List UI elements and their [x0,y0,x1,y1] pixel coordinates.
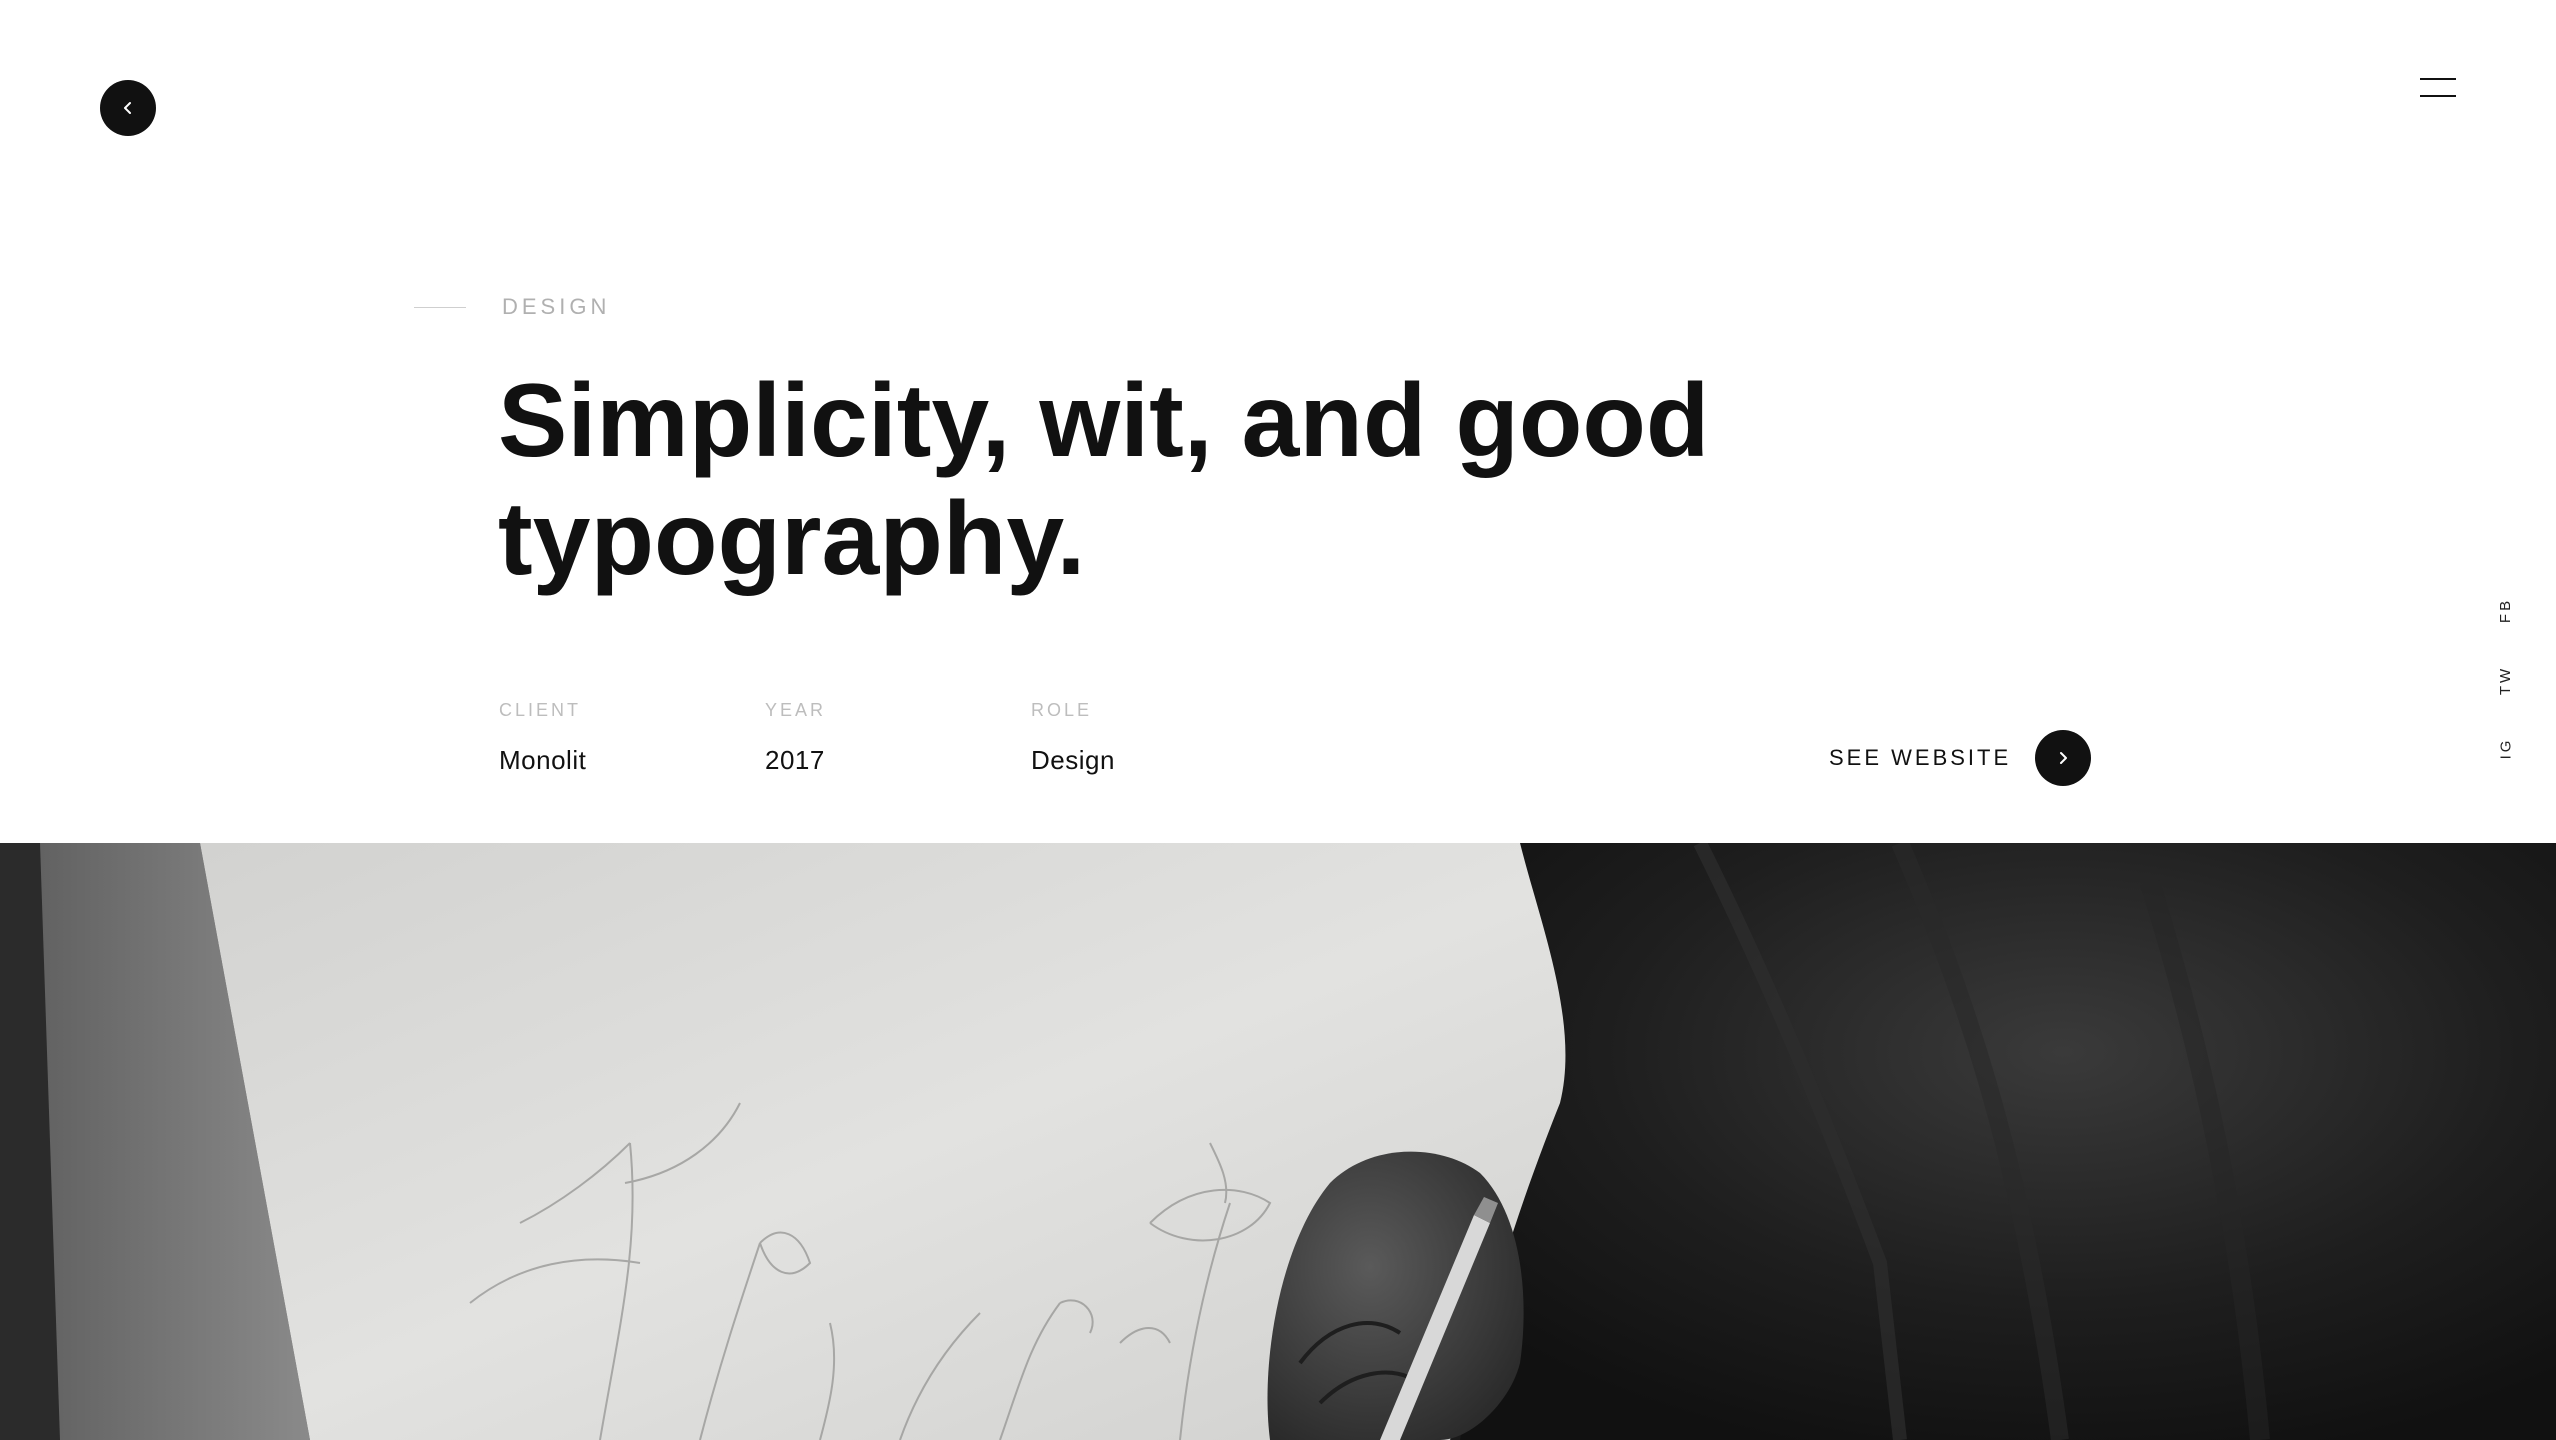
social-link-instagram-label: IG [2497,737,2515,759]
project-category: DESIGN [502,294,611,319]
social-link-facebook-label: FB [2497,597,2515,623]
social-link-instagram[interactable]: IG [2490,728,2522,768]
see-website-link[interactable]: SEE WEBSITE [1829,730,2092,786]
social-link-twitter[interactable]: TW [2490,660,2522,700]
see-website-label: SEE WEBSITE [1829,745,2012,770]
hero-image [0,843,2556,1440]
hamburger-menu-icon-line [2420,95,2456,97]
meta-client-label: CLIENT [499,700,582,720]
meta-role: ROLE Design [1031,700,1115,776]
meta-client-value: Monolit [499,745,587,775]
project-page: DESIGN Simplicity, wit, and good typogra… [0,0,2556,1440]
page-title: Simplicity, wit, and good typography. [498,362,1798,598]
category-divider [414,307,466,308]
meta-client: CLIENT Monolit [499,700,586,776]
back-button[interactable] [100,80,156,136]
page-title-line-1: Simplicity, wit, and good [498,363,1710,479]
meta-year: YEAR 2017 [765,700,826,776]
meta-role-label: ROLE [1031,700,1093,720]
social-link-twitter-label: TW [2497,665,2515,695]
menu-button[interactable] [2420,76,2456,100]
social-link-facebook[interactable]: FB [2490,590,2522,630]
chevron-right-icon [2060,752,2068,764]
page-title-line-2: typography. [498,481,1086,597]
meta-year-value: 2017 [765,745,825,775]
chevron-left-icon [124,102,131,114]
hamburger-menu-icon [2420,78,2456,80]
see-website-button[interactable] [2035,730,2092,786]
meta-year-label: YEAR [765,700,827,720]
meta-role-value: Design [1031,745,1115,775]
